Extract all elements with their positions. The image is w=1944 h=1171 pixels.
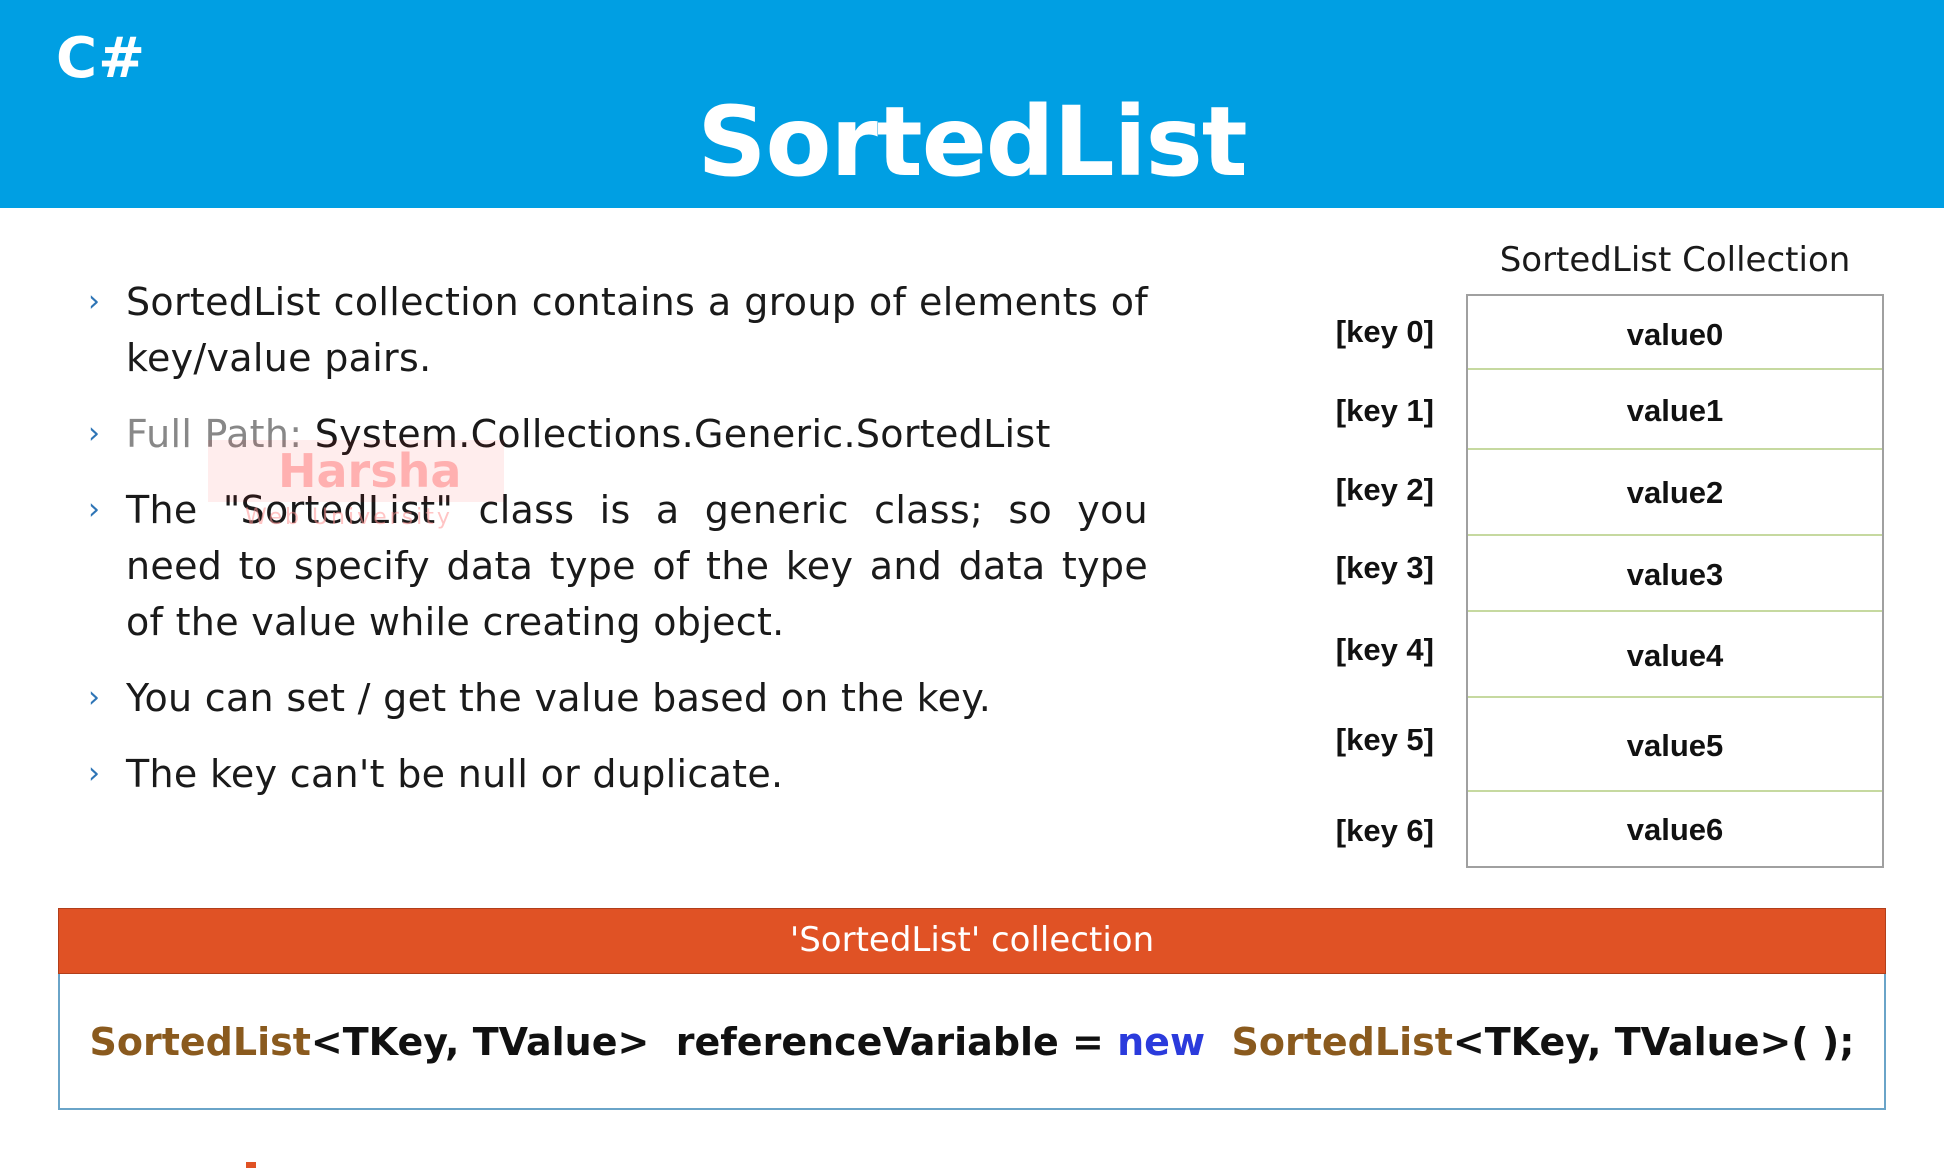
collection-key: [key 1] — [1335, 393, 1434, 428]
code-type-name: SortedList — [1231, 1020, 1453, 1064]
collection-value: value6 — [1626, 812, 1724, 847]
chevron-right-icon: › — [88, 680, 101, 715]
bullet-text: You can set / get the value based on the… — [126, 676, 992, 720]
watermark-logo: Harsha — [208, 440, 504, 502]
chevron-right-icon: › — [88, 756, 101, 791]
code-keyword: new — [1117, 1020, 1206, 1064]
collection-key: [key 0] — [1335, 314, 1434, 349]
collection-table: value0 value1 value2 value3 value4 value… — [1466, 294, 1884, 868]
collection-value: value1 — [1468, 370, 1882, 450]
chevron-right-icon: › — [88, 492, 101, 527]
collection-key: [key 5] — [1335, 722, 1434, 757]
language-logo: C# — [56, 26, 147, 91]
code-generic-constructor: <TKey, TValue>( ); — [1452, 1020, 1855, 1064]
collection-key: [key 2] — [1335, 472, 1434, 507]
collection-key: [key 6] — [1335, 813, 1434, 848]
collection-title: SortedList Collection — [1499, 240, 1851, 280]
footer-mark — [246, 1162, 256, 1168]
page-title: SortedList — [697, 86, 1247, 198]
collection-value: value3 — [1468, 536, 1882, 612]
collection-key: [key 4] — [1335, 632, 1434, 667]
header-bar: C# SortedList — [0, 0, 1944, 208]
code-type-name: SortedList — [89, 1020, 311, 1064]
collection-key: [key 3] — [1335, 550, 1434, 585]
bullet-text: SortedList collection contains a group o… — [126, 280, 1148, 380]
collection-value: value0 — [1468, 296, 1882, 370]
bullet-text: The key can't be null or duplicate. — [126, 752, 784, 796]
chevron-right-icon: › — [88, 416, 101, 451]
collection-value: value2 — [1468, 450, 1882, 536]
syntax-code: SortedList<TKey, TValue> referenceVariab… — [58, 974, 1886, 1110]
collection-value: value4 — [1468, 612, 1882, 698]
chevron-right-icon: › — [88, 284, 101, 319]
syntax-banner: 'SortedList' collection — [58, 908, 1886, 974]
collection-value: value5 — [1468, 698, 1882, 792]
watermark-subtitle: Web University — [245, 505, 453, 530]
bullet-list: › SortedList collection contains a group… — [88, 274, 1148, 822]
bullet-item: › The key can't be null or duplicate. — [88, 746, 1148, 802]
bullet-item: › SortedList collection contains a group… — [88, 274, 1148, 386]
bullet-item: › You can set / get the value based on t… — [88, 670, 1148, 726]
code-generic-declaration: <TKey, TValue> referenceVariable = — [310, 1020, 1118, 1064]
